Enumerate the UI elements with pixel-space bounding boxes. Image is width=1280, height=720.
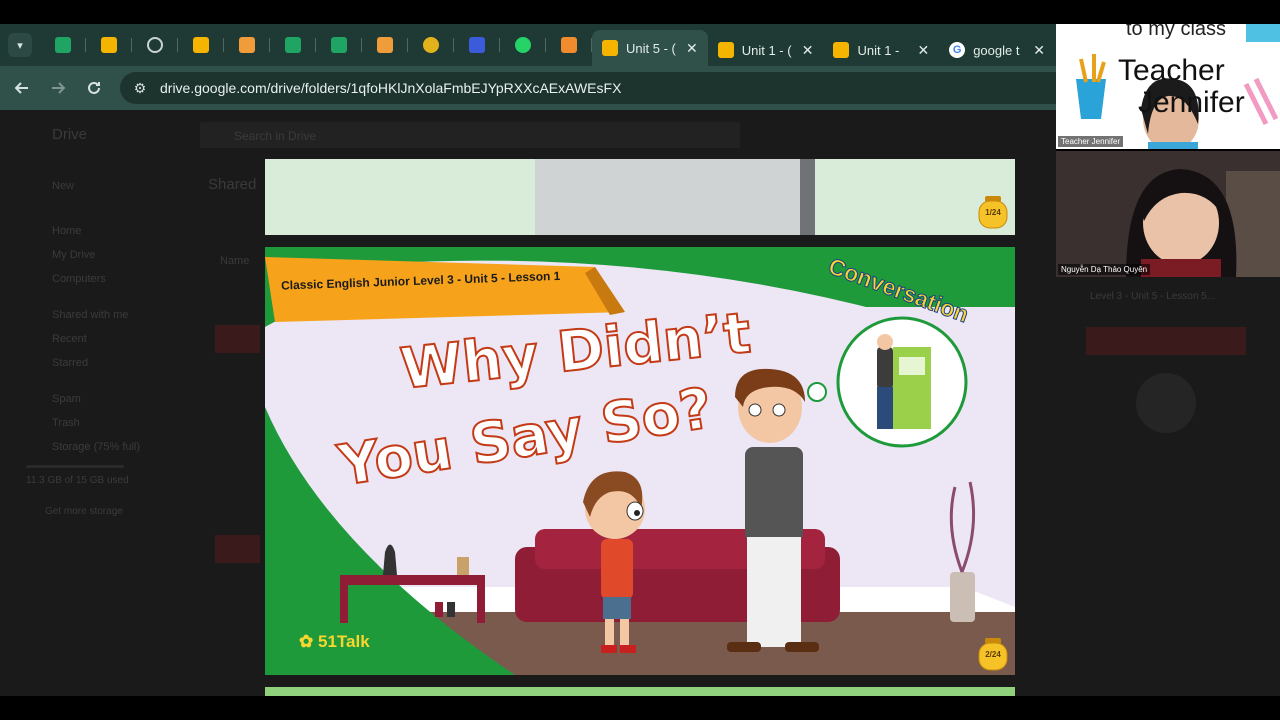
drive-name-header: Name (220, 255, 250, 267)
browser-toolbar: ⚙ drive.google.com/drive/folders/1qfoHKl… (0, 66, 1080, 110)
file-thumbnail (1136, 373, 1196, 433)
drive-icon (833, 42, 850, 58)
pinned-tab[interactable] (454, 29, 500, 61)
close-tab-icon[interactable]: ✕ (686, 40, 698, 57)
slide-1-panel (535, 159, 800, 235)
drive-icon (602, 40, 618, 56)
pinned-tab[interactable] (86, 29, 132, 61)
slide-1[interactable]: 1/24 (265, 159, 1015, 235)
tab-label: google t (973, 42, 1020, 58)
teacher-name-tag: Teacher Jennifer (1058, 136, 1124, 147)
pinned-tab[interactable] (178, 29, 224, 61)
student-video-feed (1056, 151, 1280, 277)
pinned-tab[interactable] (408, 29, 454, 61)
drive-nav-item[interactable]: Trash (52, 417, 80, 429)
whatsapp-icon (515, 37, 531, 53)
drive-search-placeholder: Search in Drive (234, 129, 317, 143)
drive-page-dimmed-right: Level 3 - Unit 5 - Lesson 5... (1056, 277, 1280, 696)
page-number: 1/24 (985, 208, 1001, 217)
folder-icon (239, 37, 255, 53)
pinned-tab[interactable] (546, 29, 592, 61)
address-bar[interactable]: ⚙ drive.google.com/drive/folders/1qfoHKl… (120, 72, 1080, 104)
student-video-tile: Nguyễn Dạ Thảo Quyên (1056, 151, 1280, 277)
teacher-sign-line1: Teacher (1118, 54, 1225, 87)
tab-label: Unit 5 - ( (626, 40, 676, 56)
open-tabs: Unit 5 - (✕ Unit 1 - (✕ Unit 1 - ✕ Ggoogle … (592, 24, 1055, 66)
pinned-tab[interactable] (500, 29, 546, 61)
teacher-video-tile: to my class Teacher Jennifer Teacher Jen… (1056, 24, 1280, 149)
pinned-tabs (40, 29, 592, 61)
drive-nav-item[interactable]: Storage (75% full) (52, 441, 140, 453)
drive-icon (717, 42, 734, 58)
reload-button[interactable] (76, 70, 112, 106)
drive-icon (193, 37, 209, 53)
tab[interactable]: Unit 1 - ( ✕ (708, 34, 824, 66)
drive-nav-item[interactable]: Computers (52, 273, 106, 285)
pinned-tab[interactable] (132, 29, 178, 61)
logo-mark-icon: ✿ (299, 632, 314, 651)
page-badge-2: 2/24 (977, 637, 1009, 671)
tab[interactable]: Unit 1 - ✕ (823, 34, 939, 66)
tab-search-button[interactable]: ▾ (8, 33, 32, 57)
drive-nav-item[interactable]: Recent (52, 333, 87, 345)
drive-heading: Shared (208, 176, 257, 193)
page-number: 2/24 (985, 650, 1001, 659)
pinned-tab[interactable] (224, 29, 270, 61)
slide-2[interactable]: Classic English Junior Level 3 - Unit 5 … (265, 247, 1015, 675)
page-badge-1: 1/24 (977, 195, 1009, 229)
letterbox-bottom (0, 696, 1280, 720)
slide-3-edge[interactable] (265, 687, 1015, 696)
back-arrow-icon (14, 82, 28, 94)
pinned-tab[interactable] (362, 29, 408, 61)
teacher-sign-line2: Jennifer (1138, 86, 1245, 119)
drive-app-name: Drive (52, 126, 88, 143)
student-name-tag: Nguyễn Dạ Thảo Quyên (1058, 264, 1151, 275)
storage-bar (26, 465, 124, 468)
slide-1-divider (800, 159, 815, 235)
forward-button[interactable] (40, 70, 76, 106)
forward-arrow-icon (52, 82, 66, 94)
coin-icon (423, 37, 439, 53)
drive-nav-item[interactable]: Shared with me (52, 309, 128, 321)
folder-icon (377, 37, 393, 53)
drive-nav-item[interactable]: Home (52, 225, 81, 237)
pinned-tab[interactable] (40, 29, 86, 61)
app-icon (469, 37, 485, 53)
site-settings-icon[interactable]: ⚙ (124, 80, 156, 97)
close-tab-icon[interactable]: ✕ (917, 42, 929, 59)
drive-icon (101, 37, 117, 53)
file-thumbnail (1086, 327, 1246, 355)
drive-nav-item[interactable]: Spam (52, 393, 81, 405)
file-thumbnail (215, 535, 260, 563)
google-icon: G (949, 42, 966, 58)
sheets-icon (285, 37, 301, 53)
letterbox-top (0, 0, 1280, 24)
pinned-tab[interactable] (316, 29, 362, 61)
sheets-icon (55, 37, 71, 53)
close-tab-icon[interactable]: ✕ (802, 42, 814, 59)
brand-logo: ✿ 51Talk (299, 632, 370, 652)
logo-text: 51Talk (317, 632, 370, 651)
sheets-icon (331, 37, 347, 53)
tab-active[interactable]: Unit 5 - ( ✕ (592, 30, 708, 66)
tab[interactable]: Ggoogle t ✕ (939, 34, 1055, 66)
drive-nav-item[interactable]: Starred (52, 357, 88, 369)
get-storage-button[interactable]: Get more storage (45, 506, 123, 517)
file-thumbnail (215, 325, 260, 353)
close-tab-icon[interactable]: ✕ (1033, 42, 1045, 59)
reload-icon (88, 81, 100, 94)
drive-new-button[interactable]: New (52, 180, 74, 192)
tab-label: Unit 1 - (857, 42, 900, 58)
url-text: drive.google.com/drive/folders/1qfoHKlJn… (160, 80, 622, 96)
storage-text: 11.3 GB of 15 GB used (26, 475, 129, 486)
drive-nav-item[interactable]: My Drive (52, 249, 95, 261)
pinned-tab[interactable] (270, 29, 316, 61)
tab-strip: ▾ Unit 5 - (✕ Unit 1 - (✕ Unit 1 - ✕ Ggoogl… (0, 24, 1056, 66)
globe-icon (147, 37, 163, 53)
tab-label: Unit 1 - ( (741, 42, 792, 58)
file-name: Level 3 - Unit 5 - Lesson 5... (1090, 291, 1216, 302)
back-button[interactable] (4, 70, 40, 106)
fox-icon (561, 37, 577, 53)
